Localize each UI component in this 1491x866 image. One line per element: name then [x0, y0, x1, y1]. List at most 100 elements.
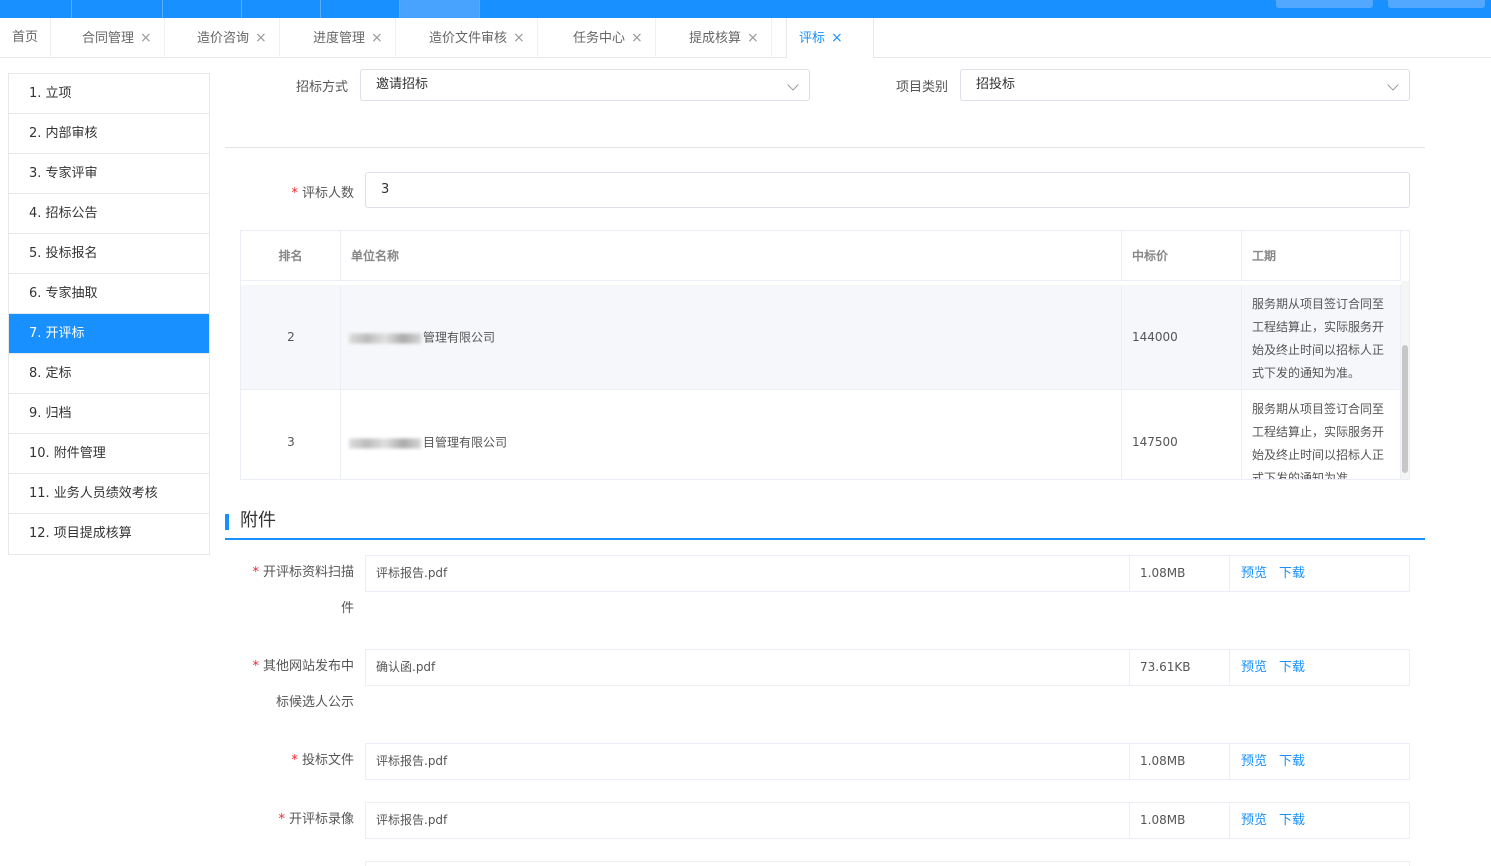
- required-mark: *: [278, 812, 285, 827]
- top-action-button[interactable]: [1388, 0, 1485, 8]
- project-type-value: 招投标: [976, 77, 1016, 92]
- tab-contract[interactable]: 合同管理 ×: [70, 18, 165, 58]
- close-icon[interactable]: ×: [140, 30, 152, 46]
- section-accent-bar: [225, 514, 229, 530]
- top-nav-item-active[interactable]: [400, 0, 480, 18]
- close-icon[interactable]: ×: [513, 30, 525, 46]
- bid-method-select[interactable]: 邀请招标: [360, 69, 810, 101]
- tab-label: 造价文件审核: [429, 31, 508, 46]
- tab-bid-evaluation[interactable]: 评标 ×: [786, 18, 874, 58]
- top-nav-item[interactable]: [0, 0, 72, 18]
- close-icon[interactable]: ×: [831, 30, 843, 46]
- attachment-filename: 评标报告.pdf: [366, 556, 1130, 591]
- step-item-active[interactable]: 7. 开评标: [9, 314, 209, 354]
- attachment-actions: 预览 下载: [1230, 744, 1409, 779]
- preview-link[interactable]: 预览: [1241, 660, 1267, 675]
- filename-text: 评标报告.pdf: [376, 754, 448, 768]
- tab-label: 合同管理: [82, 31, 135, 46]
- header-text: 排名: [278, 249, 303, 263]
- step-item[interactable]: 6. 专家抽取: [9, 274, 209, 314]
- step-item[interactable]: 5. 投标报名: [9, 234, 209, 274]
- required-mark: *: [252, 565, 259, 580]
- column-header-company: 单位名称: [341, 231, 1122, 281]
- close-icon[interactable]: ×: [255, 30, 267, 46]
- column-header-price: 中标价: [1122, 231, 1242, 281]
- preview-link[interactable]: 预览: [1241, 754, 1267, 769]
- step-item[interactable]: 3. 专家评审: [9, 154, 209, 194]
- attachment-row: 评标报告.pdf 1.08MB 预览 下载: [365, 802, 1410, 839]
- top-nav-item[interactable]: [163, 0, 242, 18]
- rank-text: 2: [287, 330, 295, 344]
- bid-method-label-text: 招标方式: [295, 80, 348, 95]
- download-link[interactable]: 下载: [1279, 660, 1305, 675]
- chevron-down-icon: [787, 79, 799, 91]
- tab-label: 提成核算: [689, 31, 742, 46]
- table-scrollbar[interactable]: [1401, 281, 1409, 479]
- step-item[interactable]: 10. 附件管理: [9, 434, 209, 474]
- filesize-text: 73.61KB: [1140, 660, 1191, 674]
- attachment-label: * 其他网站发布中标候选人公示: [224, 649, 354, 721]
- close-icon[interactable]: ×: [371, 30, 383, 46]
- tab-commission[interactable]: 提成核算 ×: [677, 18, 772, 58]
- header-text: 工期: [1252, 249, 1277, 263]
- step-item[interactable]: 4. 招标公告: [9, 194, 209, 234]
- scrollbar-thumb[interactable]: [1402, 345, 1408, 473]
- step-item[interactable]: 12. 项目提成核算: [9, 514, 209, 554]
- redacted-text: [349, 333, 421, 343]
- cell-rank: 2: [241, 285, 341, 389]
- tab-cost-file-review[interactable]: 造价文件审核 ×: [417, 18, 538, 58]
- download-link[interactable]: 下载: [1279, 813, 1305, 828]
- attachment-filename: 确认函.pdf: [366, 650, 1130, 685]
- cell-period: 服务期从项目签订合同至工程结算止，实际服务开始及终止时间以招标人正式下发的通知为…: [1242, 390, 1401, 479]
- tab-task-center[interactable]: 任务中心 ×: [561, 18, 656, 58]
- column-header-period: 工期: [1242, 231, 1401, 281]
- close-icon[interactable]: ×: [747, 30, 759, 46]
- attachment-size: 1.08MB: [1130, 556, 1230, 591]
- step-item[interactable]: 1. 立项: [9, 74, 209, 114]
- attachment-label-text: 标候选人公示: [275, 695, 354, 710]
- top-nav-bar: [0, 0, 1491, 18]
- tab-progress[interactable]: 进度管理 ×: [301, 18, 396, 58]
- cell-price: 147500: [1122, 390, 1242, 479]
- evaluator-count-input[interactable]: 3: [365, 172, 1410, 208]
- cell-company: 目管理有限公司: [341, 390, 1122, 479]
- close-icon[interactable]: ×: [631, 30, 643, 46]
- tab-label: 进度管理: [313, 31, 366, 46]
- header-text: 单位名称: [351, 249, 400, 263]
- top-nav-item[interactable]: [72, 0, 163, 18]
- cell-rank: 3: [241, 390, 341, 479]
- required-mark: *: [291, 753, 298, 768]
- chevron-down-icon: [1387, 79, 1399, 91]
- download-link[interactable]: 下载: [1279, 754, 1305, 769]
- required-mark: *: [252, 659, 259, 674]
- filename-text: 评标报告.pdf: [376, 813, 448, 827]
- step-item[interactable]: 9. 归档: [9, 394, 209, 434]
- preview-link[interactable]: 预览: [1241, 566, 1267, 581]
- tab-home[interactable]: 首页: [0, 18, 52, 58]
- top-nav-item[interactable]: [242, 0, 321, 18]
- company-text: 目管理有限公司: [423, 435, 508, 450]
- period-text: 服务期从项目签订合同至工程结算止，实际服务开始及终止时间以招标人正式下发的通知为…: [1252, 297, 1385, 380]
- attachment-label-text: 其他网站发布中: [262, 659, 354, 674]
- top-nav-item[interactable]: [321, 0, 400, 18]
- attachment-filename: 评标报告.pdf: [366, 744, 1130, 779]
- step-list: 1. 立项 2. 内部审核 3. 专家评审 4. 招标公告 5. 投标报名 6.…: [8, 73, 210, 555]
- step-item[interactable]: 11. 业务人员绩效考核: [9, 474, 209, 514]
- step-item[interactable]: 2. 内部审核: [9, 114, 209, 154]
- table-row[interactable]: 2 管理有限公司 144000 服务期从项目签订合同至工程结算止，实际服务开始及…: [241, 285, 1401, 390]
- tab-cost-consult[interactable]: 造价咨询 ×: [185, 18, 280, 58]
- top-action-button[interactable]: [1276, 0, 1373, 8]
- bid-method-label: 招标方式: [250, 76, 348, 95]
- project-type-label: 项目类别: [850, 76, 948, 95]
- bid-method-value: 邀请招标: [376, 77, 429, 92]
- table-row[interactable]: 3 目管理有限公司 147500 服务期从项目签订合同至工程结算止，实际服务开始…: [241, 390, 1401, 479]
- step-item[interactable]: 8. 定标: [9, 354, 209, 394]
- download-link[interactable]: 下载: [1279, 566, 1305, 581]
- project-type-select[interactable]: 招投标: [960, 69, 1410, 101]
- evaluator-count-label: * 评标人数: [250, 182, 354, 201]
- preview-link[interactable]: 预览: [1241, 813, 1267, 828]
- attachment-row: 确认函.pdf 73.61KB 预览 下载: [365, 649, 1410, 686]
- tab-label: 评标: [799, 31, 826, 46]
- attachment-filename: 评标报告.pdf: [366, 803, 1130, 838]
- attachment-size: 1.08MB: [1130, 744, 1230, 779]
